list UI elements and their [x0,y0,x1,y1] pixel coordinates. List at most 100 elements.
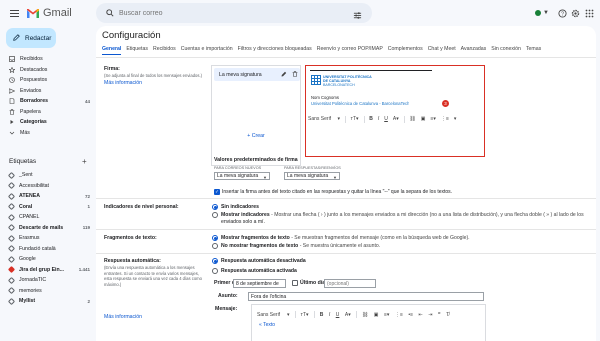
tab-filters[interactable]: Filtros y direcciones bloqueadas [238,46,312,55]
tab-themes[interactable]: Temas [526,46,541,55]
insert-signature-checkbox[interactable]: ✓ [214,189,220,195]
sidebar-item-snoozed[interactable]: Pospuestos [0,75,96,86]
autoreply-off-option[interactable]: Respuesta automática desactivada [212,258,306,265]
autoreply-more-info-link[interactable]: Más información [104,314,142,320]
align-icon[interactable]: ≡▾ [431,116,436,122]
message-text[interactable]: « Texto [259,322,275,328]
autoreply-on-radio[interactable] [212,268,218,275]
snippets-show-option[interactable]: Mostrar fragmentos de texto - Se muestra… [212,235,470,242]
sidebar-item-inbox[interactable]: Recibidos [0,54,96,65]
label-item[interactable]: Descarte de mails 119 [0,223,96,234]
tab-advanced[interactable]: Avanzadas [461,46,487,55]
text-color-icon[interactable]: A▾ [345,312,351,318]
sidebar-item-drafts[interactable]: Borradores 44 [0,96,96,107]
message-editor[interactable]: Sans Serif ▾ ᴛT▾ B I U A▾ ⛓ ▣ ≡▾ ⋮≡ •≡ ⇤… [251,304,486,341]
sidebar-item-sent[interactable]: Enviados [0,86,96,97]
snippets-hide-radio[interactable] [212,243,218,250]
link-icon[interactable]: ⛓ [362,312,368,318]
search-options-icon[interactable] [353,7,362,25]
tab-offline[interactable]: Sin conexión [491,46,521,55]
label-item[interactable]: _Sent [0,170,96,181]
status-indicator[interactable]: ▼ [535,8,553,18]
numbered-list-icon[interactable]: ⋮≡ [441,116,449,122]
font-size-icon[interactable]: ᴛT▾ [351,116,359,122]
gmail-logo[interactable]: Gmail [26,7,72,19]
label-item[interactable]: Myllist 2 [0,296,96,307]
link-icon[interactable]: ⛓ [409,116,415,122]
font-size-icon[interactable]: ᴛT▾ [301,312,309,318]
underline-icon[interactable]: U [384,116,388,122]
search-icon[interactable] [101,9,119,17]
indicators-on-option[interactable]: Mostrar indicadores - Mostrar una flecha… [212,212,596,219]
last-day-option[interactable]: Último día: [292,280,327,286]
italic-icon[interactable]: I [378,116,379,122]
edit-pencil-icon[interactable] [281,71,287,79]
tab-accounts[interactable]: Cuentas e importación [181,46,233,55]
search-input[interactable] [119,9,319,17]
new-email-signature-select[interactable]: La meva signatura ▼ [214,172,270,180]
bold-icon[interactable]: B [369,116,373,122]
font-select[interactable]: Sans Serif ▾ [257,312,289,318]
label-item[interactable]: Google [0,254,96,265]
search-bar[interactable] [96,3,372,23]
sidebar-item-categories[interactable]: Categorías [0,117,96,128]
compose-button[interactable]: Redactar [6,28,56,48]
last-day-input[interactable]: (opcional) [324,279,376,288]
label-item[interactable]: Coral 1 [0,202,96,213]
label-item[interactable]: ATENEA 72 [0,191,96,202]
indent-less-icon[interactable]: ⇤ [419,312,423,318]
bulleted-list-icon[interactable]: •≡ [408,312,413,318]
delete-trash-icon[interactable] [292,71,298,79]
quote-icon[interactable]: ❞ [438,312,441,318]
last-day-checkbox[interactable] [292,280,298,286]
italic-icon[interactable]: I [329,312,330,318]
indicators-off-option[interactable]: Sin indicadores [212,204,259,211]
snippets-show-radio[interactable] [212,235,218,242]
label-item[interactable]: Jira del grup Ein... 1.441 [0,265,96,276]
autoreply-on-option[interactable]: Respuesta automática activada [212,268,297,275]
apps-grid-icon[interactable] [583,7,595,19]
sidebar-item-starred[interactable]: Destacados [0,65,96,76]
sidebar-item-more[interactable]: Más [0,128,96,139]
autoreply-off-radio[interactable] [212,258,218,265]
bold-icon[interactable]: B [320,312,324,318]
subject-input[interactable]: Fora de l'oficina [248,292,484,301]
clear-format-icon[interactable]: T̸ [446,312,449,318]
label-item[interactable]: JornadaTIC [0,275,96,286]
add-label-button[interactable]: + [82,157,87,166]
more-options-icon[interactable]: ▾ [454,116,457,122]
underline-icon[interactable]: U [336,312,340,318]
label-item[interactable]: Fundació català [0,244,96,255]
label-item[interactable]: Accessibilitat [0,181,96,192]
label-item[interactable]: CPANEL [0,212,96,223]
label-item[interactable]: Erasmus [0,233,96,244]
numbered-list-icon[interactable]: ⋮≡ [395,312,403,318]
indicators-off-radio[interactable] [212,204,218,211]
tab-addons[interactable]: Complementos [388,46,423,55]
signature-more-info-link[interactable]: Más información [104,80,142,86]
insert-signature-option[interactable]: ✓ Insertar la firma antes del texto cita… [214,189,452,195]
indicators-on-radio[interactable] [212,212,218,219]
image-icon[interactable]: ▣ [374,312,379,318]
text-color-icon[interactable]: A▾ [393,116,399,122]
help-icon[interactable]: ? [556,7,568,19]
signature-editor[interactable]: UNIVERSITAT POLITÈCNICA DE CATALUNYA BAR… [305,65,485,157]
signature-list-item[interactable]: La meva signatura [214,68,300,81]
sidebar-item-trash[interactable]: Papelera [0,107,96,118]
tab-inbox[interactable]: Recibidos [153,46,176,55]
tab-chat-meet[interactable]: Chat y Meet [428,46,456,55]
tab-labels[interactable]: Etiquetas [126,46,148,55]
indent-more-icon[interactable]: ⇥ [428,312,432,318]
snippets-hide-option[interactable]: No mostrar fragmentos de texto - Se mues… [212,243,380,250]
align-icon[interactable]: ≡▾ [384,312,389,318]
font-select[interactable]: Sans Serif ▾ [308,116,340,122]
create-signature-button[interactable]: + Crear [214,131,298,141]
first-day-input[interactable]: 8 de septiembre de [233,279,286,288]
tab-forwarding[interactable]: Reenvío y correo POP/IMAP [317,46,383,55]
tab-general[interactable]: General [102,46,122,55]
settings-gear-icon[interactable] [569,7,581,19]
main-menu-button[interactable] [4,0,24,26]
label-item[interactable]: memories [0,286,96,297]
reply-signature-select[interactable]: La meva signatura ▼ [284,172,340,180]
image-icon[interactable]: ▣ [421,116,426,122]
